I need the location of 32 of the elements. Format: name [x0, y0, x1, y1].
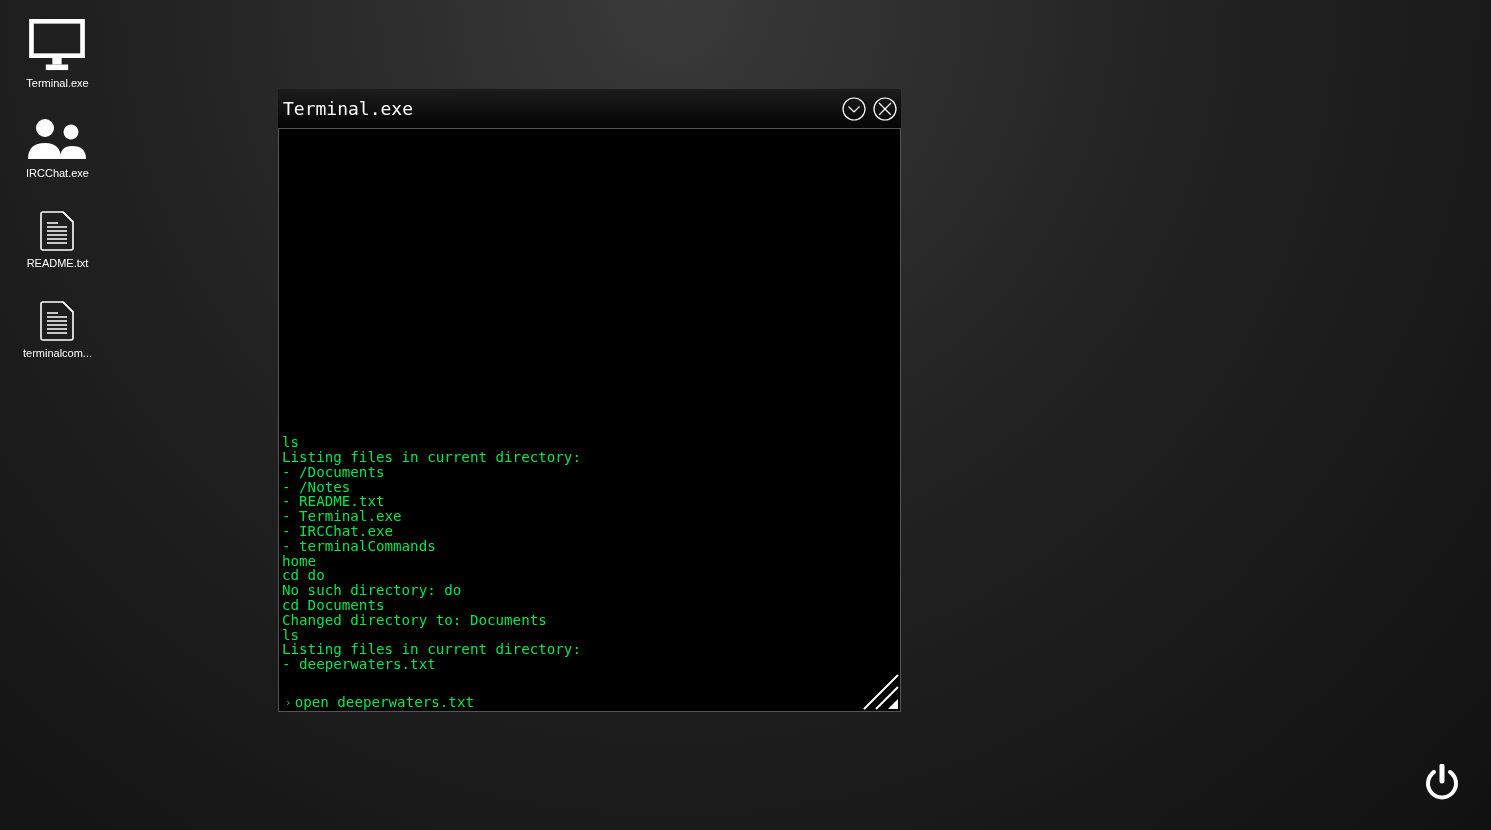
power-icon[interactable]: [1424, 764, 1460, 800]
resize-handle-icon[interactable]: [863, 674, 899, 710]
output-line: No such directory: do: [282, 583, 463, 598]
output-line: home: [282, 553, 318, 569]
icon-label[interactable]: terminalcom...: [22, 347, 93, 360]
window-title: Terminal.exe: [283, 98, 414, 119]
output-line: Changed directory to: Documents: [282, 612, 548, 628]
output-line: cd Documents: [282, 598, 385, 613]
output-line: - README.txt: [282, 494, 386, 510]
output-line: Listing files in current directory:: [282, 642, 582, 658]
title-bar[interactable]: Terminal.exe: [278, 89, 901, 128]
output-line: - terminalCommands: [282, 538, 437, 554]
prompt-symbol: ›: [285, 695, 292, 709]
document-icon[interactable]: [40, 211, 75, 251]
output-line: - /Documents: [282, 464, 386, 480]
output-line: - Terminal.exe: [282, 509, 403, 525]
icon-label[interactable]: IRCChat.exe: [26, 167, 89, 180]
close-button[interactable]: [873, 96, 897, 121]
output-line: cd do: [282, 568, 326, 584]
output-line: Listing files in current directory:: [282, 450, 582, 465]
icon-label[interactable]: README.txt: [26, 257, 89, 270]
output-line: ls: [282, 627, 300, 643]
minimize-button[interactable]: [842, 96, 866, 121]
output-line: - /Notes: [282, 479, 351, 495]
output-line: ls: [282, 435, 301, 451]
output-line: - IRCChat.exe: [282, 524, 395, 539]
users-icon[interactable]: [27, 119, 88, 161]
document-icon[interactable]: [40, 301, 75, 341]
command-input[interactable]: open deeperwaters.txt: [294, 694, 595, 710]
monitor-icon[interactable]: [27, 19, 88, 71]
output-line: - deeperwaters.txt: [282, 657, 437, 672]
icon-label[interactable]: Terminal.exe: [26, 77, 89, 90]
